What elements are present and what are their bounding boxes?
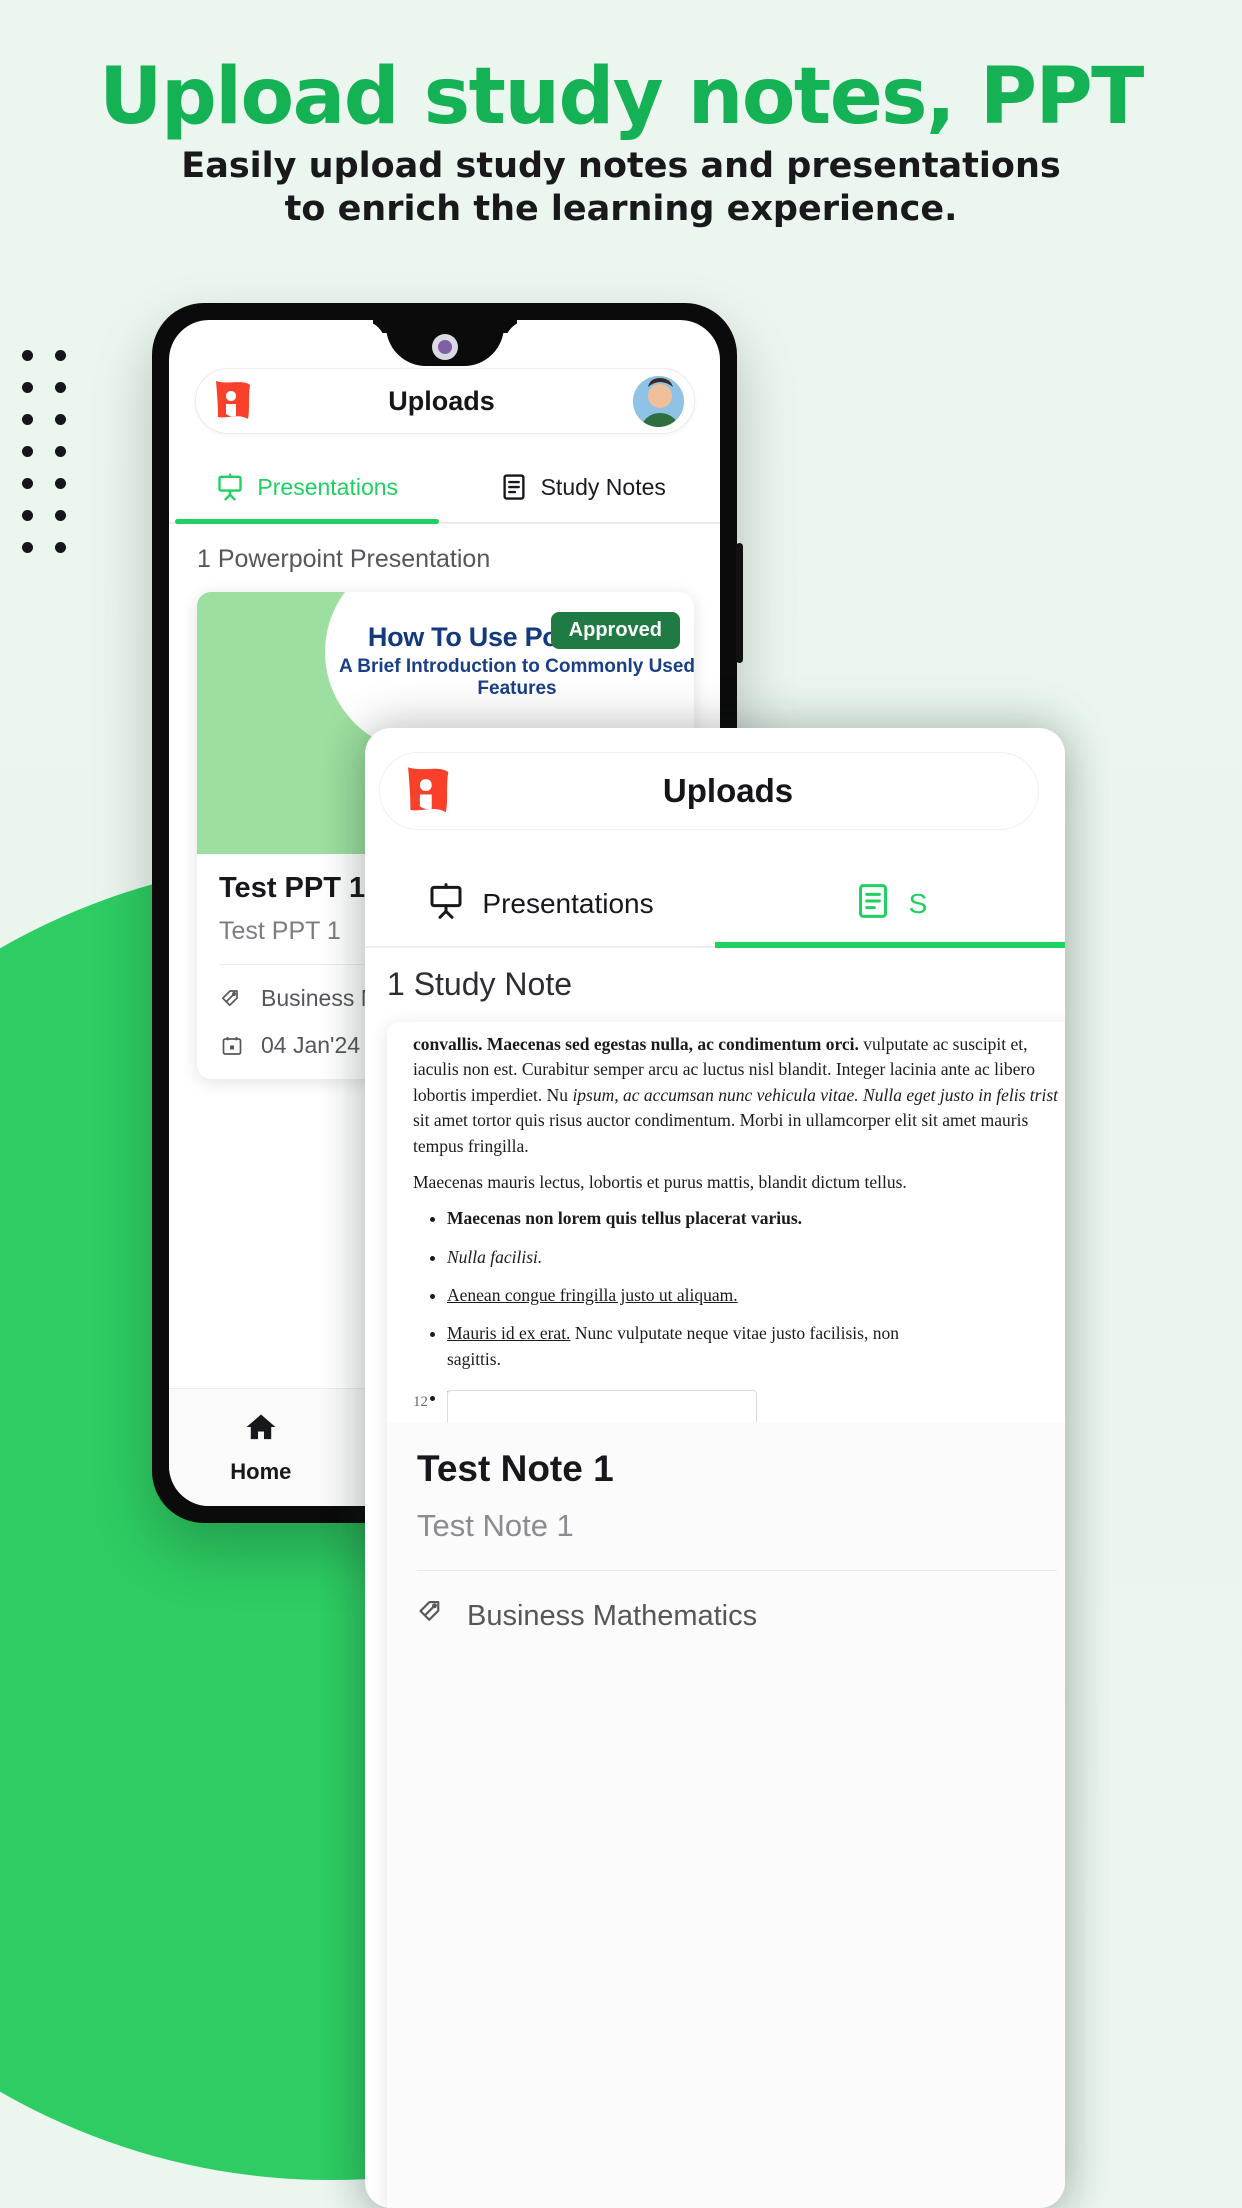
float-tab-presentations-label: Presentations [482, 888, 654, 919]
tag-icon [219, 987, 245, 1011]
tab-presentations[interactable]: Presentations [169, 452, 445, 524]
float-tab-study-notes[interactable]: S [715, 862, 1065, 948]
study-notes-screen: Uploads Presentations S 1 Study Note con… [365, 728, 1065, 2208]
upload-tabs: Presentations Study Notes [169, 452, 720, 524]
presentation-count-label: 1 Powerpoint Presentation [197, 545, 491, 573]
doc-bullet-4: Mauris id ex erat. [447, 1323, 571, 1344]
study-note-meta: Test Note 1 Test Note 1 Business Mathema… [387, 1422, 1065, 2208]
front-camera-icon [431, 334, 458, 360]
status-badge: Approved [550, 612, 680, 649]
nav-item-home[interactable]: Home [169, 1410, 353, 1485]
app-title: Uploads [388, 385, 495, 416]
page-title: Upload study notes, PPT [99, 52, 1144, 142]
float-tab-presentations[interactable]: Presentations [365, 862, 715, 946]
doc-line-4: ipsum, ac accumsan nunc vehicula vitae. … [572, 1084, 1058, 1105]
list-item: Maecenas non lorem quis tellus placerat … [447, 1206, 1065, 1231]
float-upload-tabs: Presentations S [365, 862, 1065, 948]
doc-bullet-1: Maecenas non lorem quis tellus placerat … [447, 1208, 803, 1229]
promo-screenshot: Upload study notes, PPT Easily upload st… [0, 0, 1242, 2208]
document-preview: convallis. Maecenas sed egestas nulla, a… [387, 1022, 1065, 1422]
presentation-easel-icon [215, 472, 245, 502]
tab-study-notes-label: Study Notes [540, 473, 666, 500]
list-item: Mauris id ex erat. Nunc vulputate neque … [447, 1321, 1065, 1372]
doc-bullet-4-tail: Nunc vulputate neque vitae justo facilis… [570, 1323, 899, 1344]
study-note-divider [417, 1570, 1057, 1571]
document-lines-icon [499, 472, 529, 502]
tab-presentations-label: Presentations [257, 473, 399, 500]
list-item: Aenean congue fringilla justo ut aliquam… [447, 1283, 1065, 1308]
presentation-easel-icon [426, 881, 466, 928]
study-note-title: Test Note 1 [417, 1448, 614, 1489]
slide-subtitle: A Brief Introduction to Commonly Used Fe… [338, 656, 694, 699]
study-note-tag: Business Mathematics [467, 1599, 758, 1632]
doc-paragraph: convallis. Maecenas sed egestas nulla, a… [413, 1032, 1065, 1159]
list-item: Nulla facilisi. [447, 1245, 1065, 1270]
study-note-subtitle: Test Note 1 [417, 1508, 574, 1543]
subtitle-line-2: to enrich the learning experience. [284, 188, 958, 229]
calendar-icon [219, 1034, 245, 1058]
avatar[interactable] [631, 373, 686, 429]
doc-line-5: sit amet tortor quis risus auctor condim… [413, 1110, 917, 1131]
page-subtitle: Easily upload study notes and presentati… [0, 145, 1242, 230]
nav-item-home-label: Home [230, 1459, 292, 1484]
app-flag-logo-icon[interactable] [396, 760, 458, 822]
document-lines-icon [853, 881, 893, 928]
float-tab-study-notes-label: S [908, 888, 928, 919]
study-note-card[interactable]: convallis. Maecenas sed egestas nulla, a… [387, 1022, 1065, 2208]
doc-bullet-2: Nulla facilisi. [447, 1246, 543, 1267]
decorative-dot-grid [22, 350, 66, 574]
home-icon [244, 1410, 278, 1449]
doc-bullet-3: Aenean congue fringilla justo ut aliquam… [447, 1285, 738, 1305]
doc-paragraph-2: Maecenas mauris lectus, lobortis et puru… [413, 1171, 907, 1192]
subtitle-line-1: Easily upload study notes and presentati… [181, 146, 1061, 186]
float-app-header-bar: Uploads [379, 752, 1039, 830]
document-page-number: 12 [413, 1394, 428, 1410]
app-flag-logo-icon[interactable] [206, 375, 258, 427]
app-header-bar: Uploads [195, 368, 695, 434]
doc-bullet-4-line2: sagittis. [447, 1348, 501, 1369]
float-app-title: Uploads [662, 772, 794, 809]
doc-line-1: convallis. Maecenas sed egestas nulla, a… [413, 1034, 859, 1054]
tab-study-notes[interactable]: Study Notes [445, 452, 721, 522]
tag-icon [417, 1597, 447, 1635]
study-note-tag-row: Business Mathematics [417, 1597, 1057, 1635]
study-note-count-label: 1 Study Note [387, 966, 572, 1002]
